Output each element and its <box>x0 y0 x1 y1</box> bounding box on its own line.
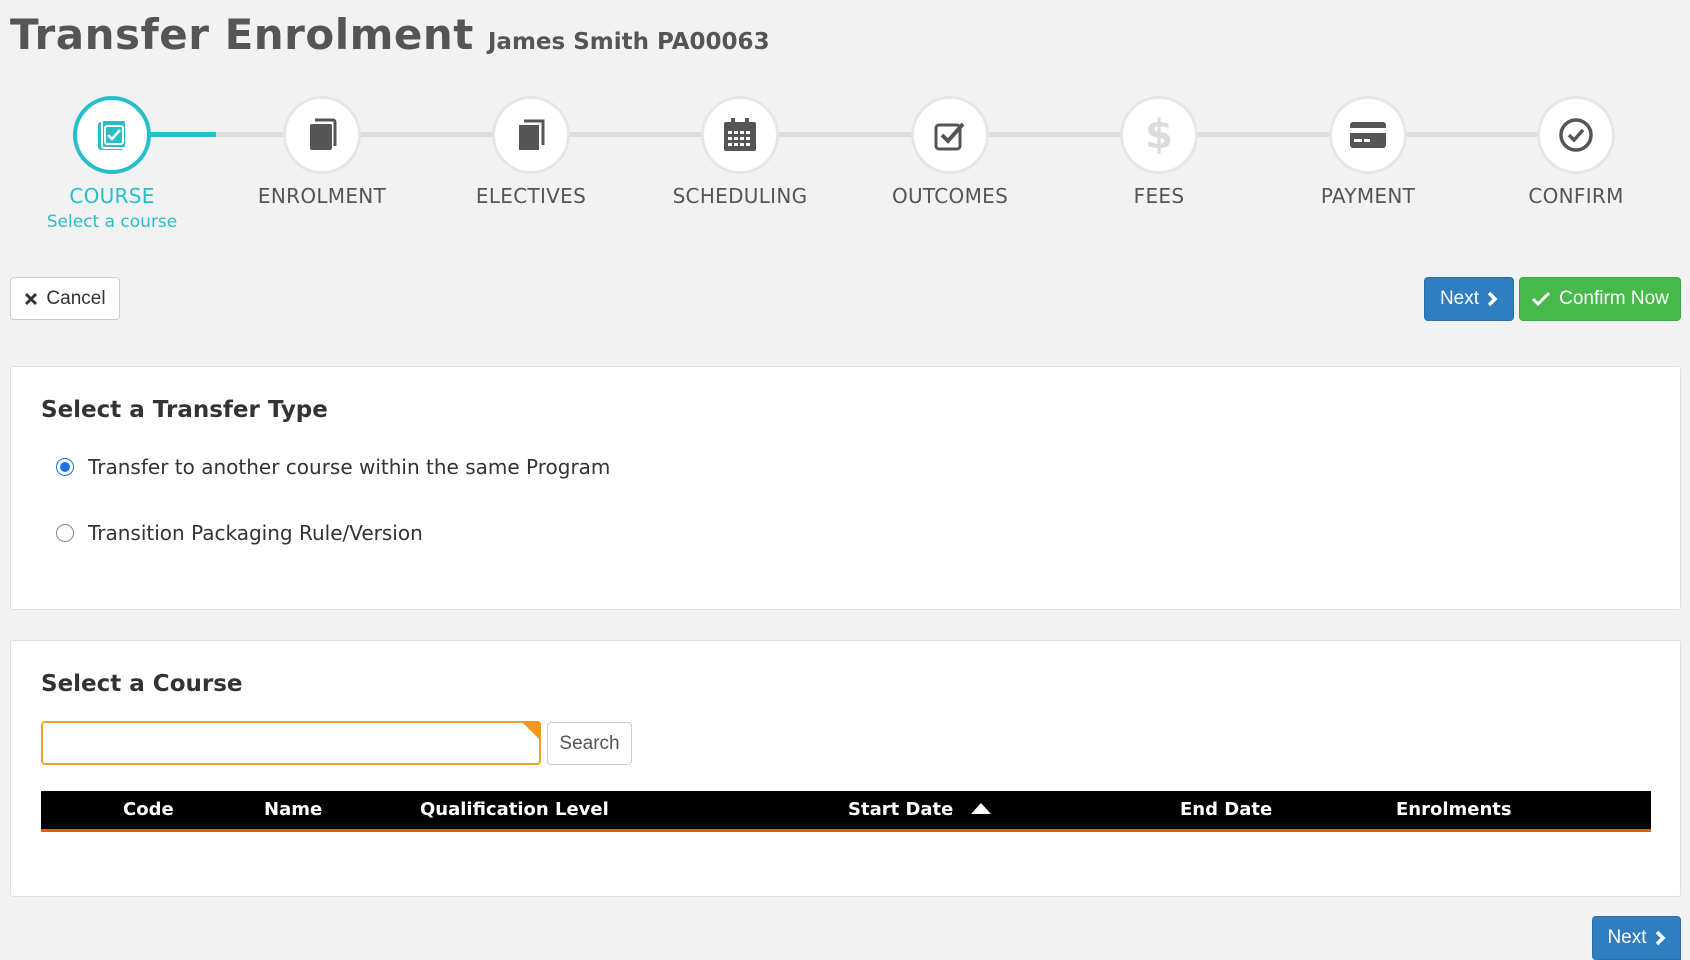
bottom-next-button-label: Next <box>1607 927 1647 948</box>
step-fees-label: FEES <box>1133 184 1185 208</box>
step-electives-label: ELECTIVES <box>475 184 587 208</box>
column-header-end-date[interactable]: End Date <box>1180 791 1272 829</box>
calendar-icon <box>722 117 758 153</box>
radio-dot <box>60 462 70 472</box>
step-scheduling-circle <box>701 96 779 174</box>
copy-icon <box>516 118 546 152</box>
page-title: Transfer Enrolment <box>10 10 474 59</box>
column-header-qualification-level[interactable]: Qualification Level <box>420 791 609 829</box>
step-confirm[interactable]: CONFIRM <box>1486 96 1666 208</box>
column-header-enrolments[interactable]: Enrolments <box>1396 791 1512 829</box>
confirm-now-button[interactable]: Confirm Now <box>1519 277 1681 321</box>
check-circle-icon <box>1558 117 1594 153</box>
transfer-type-panel: Select a Transfer Type Transfer to anoth… <box>10 366 1681 610</box>
check-icon <box>1531 291 1551 307</box>
step-course-circle <box>73 96 151 174</box>
course-search-input[interactable] <box>41 721 541 765</box>
step-confirm-label: CONFIRM <box>1528 184 1624 208</box>
input-required-marker <box>521 721 541 741</box>
step-outcomes-label: OUTCOMES <box>891 184 1009 208</box>
column-header-code[interactable]: Code <box>123 791 174 829</box>
column-header-start-date[interactable]: Start Date <box>848 791 992 829</box>
student-name: James Smith PA00063 <box>487 29 770 55</box>
close-icon <box>24 292 38 306</box>
step-outcomes[interactable]: OUTCOMES <box>860 96 1040 208</box>
step-course-sublabel: Select a course <box>46 212 178 232</box>
checkbox-book-icon <box>96 118 128 152</box>
select-course-title: Select a Course <box>41 671 243 697</box>
step-payment-circle <box>1329 96 1407 174</box>
step-fees[interactable]: $ FEES <box>1069 96 1249 208</box>
step-outcomes-circle <box>911 96 989 174</box>
step-course-label: COURSE <box>69 184 155 208</box>
next-button-label: Next <box>1439 288 1480 309</box>
step-payment[interactable]: PAYMENT <box>1278 96 1458 208</box>
transfer-type-title: Select a Transfer Type <box>41 397 328 423</box>
step-electives[interactable]: ELECTIVES <box>441 96 621 208</box>
course-table-header: Code Name Qualification Level Start Date… <box>41 791 1651 832</box>
step-enrolment-label: ENROLMENT <box>257 184 387 208</box>
confirm-now-button-label: Confirm Now <box>1559 288 1669 309</box>
wizard-steps: COURSE Select a course ENROLMENT ELECTIV… <box>0 96 1690 236</box>
step-course[interactable]: COURSE Select a course <box>22 96 202 232</box>
check-square-icon <box>933 119 967 151</box>
bottom-next-button[interactable]: Next <box>1592 916 1681 960</box>
radio-label: Transition Packaging Rule/Version <box>88 521 423 545</box>
column-header-name[interactable]: Name <box>264 791 322 829</box>
transfer-type-option-same-program[interactable]: Transfer to another course within the sa… <box>56 455 610 479</box>
step-scheduling-label: SCHEDULING <box>672 184 808 208</box>
sort-ascending-icon <box>971 802 992 814</box>
search-button-label: Search <box>559 732 620 754</box>
chevron-right-icon <box>1487 291 1498 307</box>
cancel-button[interactable]: Cancel <box>10 277 120 320</box>
step-scheduling[interactable]: SCHEDULING <box>650 96 830 208</box>
step-enrolment[interactable]: ENROLMENT <box>232 96 412 208</box>
column-header-start-date-label: Start Date <box>848 799 954 820</box>
credit-card-icon <box>1349 121 1387 149</box>
step-fees-circle: $ <box>1120 96 1198 174</box>
chevron-right-icon <box>1655 930 1666 946</box>
search-button[interactable]: Search <box>547 722 632 765</box>
radio-button[interactable] <box>56 458 74 476</box>
page-header: Transfer Enrolment James Smith PA00063 <box>10 10 770 59</box>
radio-label: Transfer to another course within the sa… <box>88 455 611 479</box>
step-electives-circle <box>492 96 570 174</box>
step-enrolment-circle <box>283 96 361 174</box>
step-confirm-circle <box>1537 96 1615 174</box>
step-payment-label: PAYMENT <box>1320 184 1416 208</box>
cancel-button-label: Cancel <box>46 287 106 309</box>
select-course-panel: Select a Course Search Code Name Qualifi… <box>10 640 1681 897</box>
next-button[interactable]: Next <box>1424 277 1514 321</box>
dollar-icon: $ <box>1145 112 1173 158</box>
transfer-type-option-packaging-rule[interactable]: Transition Packaging Rule/Version <box>56 521 423 545</box>
book-icon <box>307 118 337 152</box>
radio-button[interactable] <box>56 524 74 542</box>
